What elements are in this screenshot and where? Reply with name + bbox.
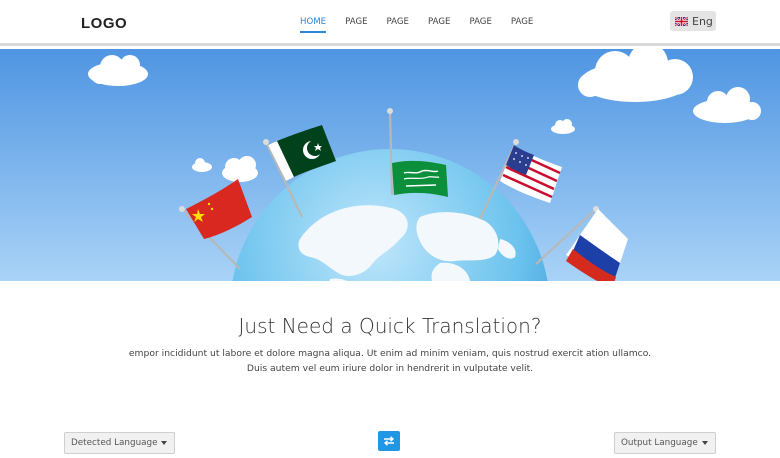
source-language-select[interactable]: Detected Language [64,432,175,454]
uk-flag-icon [675,16,688,26]
source-language-label: Detected Language [71,438,158,448]
language-switcher[interactable]: Eng [670,11,716,31]
main-nav: HOME PAGE PAGE PAGE PAGE PAGE [300,17,552,33]
intro-text: Duis autem vel eum iriure dolor in hendr… [246,363,534,374]
nav-link-home[interactable]: HOME [300,17,327,33]
chevron-down-icon [161,441,167,445]
nav-link-page[interactable]: PAGE [345,17,367,27]
nav-link-page[interactable]: PAGE [428,17,450,27]
logo[interactable]: LOGO [81,15,127,32]
hero-banner [0,49,780,281]
nav-link-page[interactable]: PAGE [469,17,491,27]
nav-link-page[interactable]: PAGE [511,17,533,27]
target-language-label: Output Language [621,438,698,448]
intro-text: empor incididunt ut labore et dolore mag… [128,348,652,359]
swap-languages-button[interactable] [378,431,400,451]
nav-link-page[interactable]: PAGE [387,17,409,27]
world-flags-illustration [0,49,780,281]
language-label: Eng [692,14,713,28]
saudi-arabia-flag [392,160,448,197]
navbar: LOGO HOME PAGE PAGE PAGE PAGE PAGE Eng [0,0,780,46]
chevron-down-icon [702,441,708,445]
swap-arrows-icon [383,436,395,446]
target-language-select[interactable]: Output Language [614,432,716,454]
page-title: Just Need a Quick Translation? [238,314,542,338]
